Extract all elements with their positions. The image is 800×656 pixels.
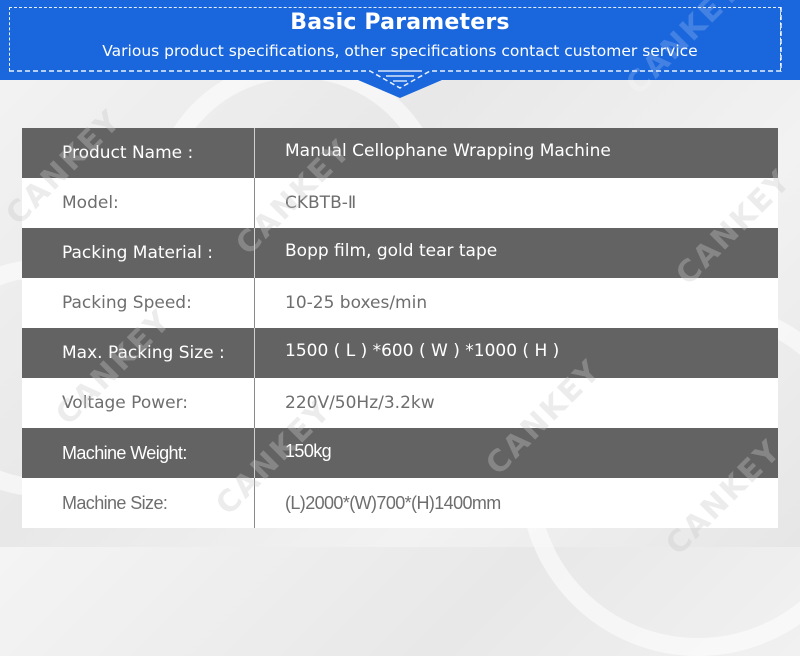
spec-label: Packing Material : (22, 228, 255, 278)
spec-row-max-packing-size: Max. Packing Size : 1500 ( L ) *600 ( W … (22, 328, 778, 378)
spec-row-packing-speed: Packing Speed: 10-25 boxes/min (22, 278, 778, 328)
spec-label: Machine Weight: (22, 428, 255, 478)
spec-row-machine-weight: Machine Weight: 150kg (22, 428, 778, 478)
page-subtitle: Various product specifications, other sp… (102, 42, 698, 60)
spec-row-machine-size: Machine Size: (L)2000*(W)700*(H)1400mm (22, 478, 778, 528)
spec-value: 10-25 boxes/min (285, 293, 428, 313)
page-title: Basic Parameters (290, 10, 510, 35)
spec-row-packing-material: Packing Material : Bopp film, gold tear … (22, 228, 778, 278)
spec-value: 150kg (285, 440, 332, 461)
spec-row-product-name: Product Name : Manual Cellophane Wrappin… (22, 128, 778, 178)
spec-value: 1500 ( L ) *600 ( W ) *1000 ( H ) (285, 341, 560, 361)
spec-label: Voltage Power: (22, 378, 255, 428)
spec-label: Model: (22, 178, 255, 228)
spec-label: Machine Size: (22, 478, 255, 528)
spec-label: Packing Speed: (22, 278, 255, 328)
spec-label: Product Name : (22, 128, 255, 178)
header-banner: CANKEY Basic Parameters Various product … (0, 0, 800, 102)
spec-row-model: Model: CKBTB-Ⅱ (22, 178, 778, 228)
spec-table: Product Name : Manual Cellophane Wrappin… (22, 128, 778, 528)
spec-row-voltage-power: Voltage Power: 220V/50Hz/3.2kw (22, 378, 778, 428)
spec-value: (L)2000*(W)700*(H)1400mm (285, 492, 501, 513)
spec-value: CKBTB-Ⅱ (285, 193, 357, 213)
spec-value: Bopp film, gold tear tape (285, 241, 498, 261)
spec-value: 220V/50Hz/3.2kw (285, 393, 435, 413)
spec-value: Manual Cellophane Wrapping Machine (285, 141, 611, 161)
spec-label: Max. Packing Size : (22, 328, 255, 378)
